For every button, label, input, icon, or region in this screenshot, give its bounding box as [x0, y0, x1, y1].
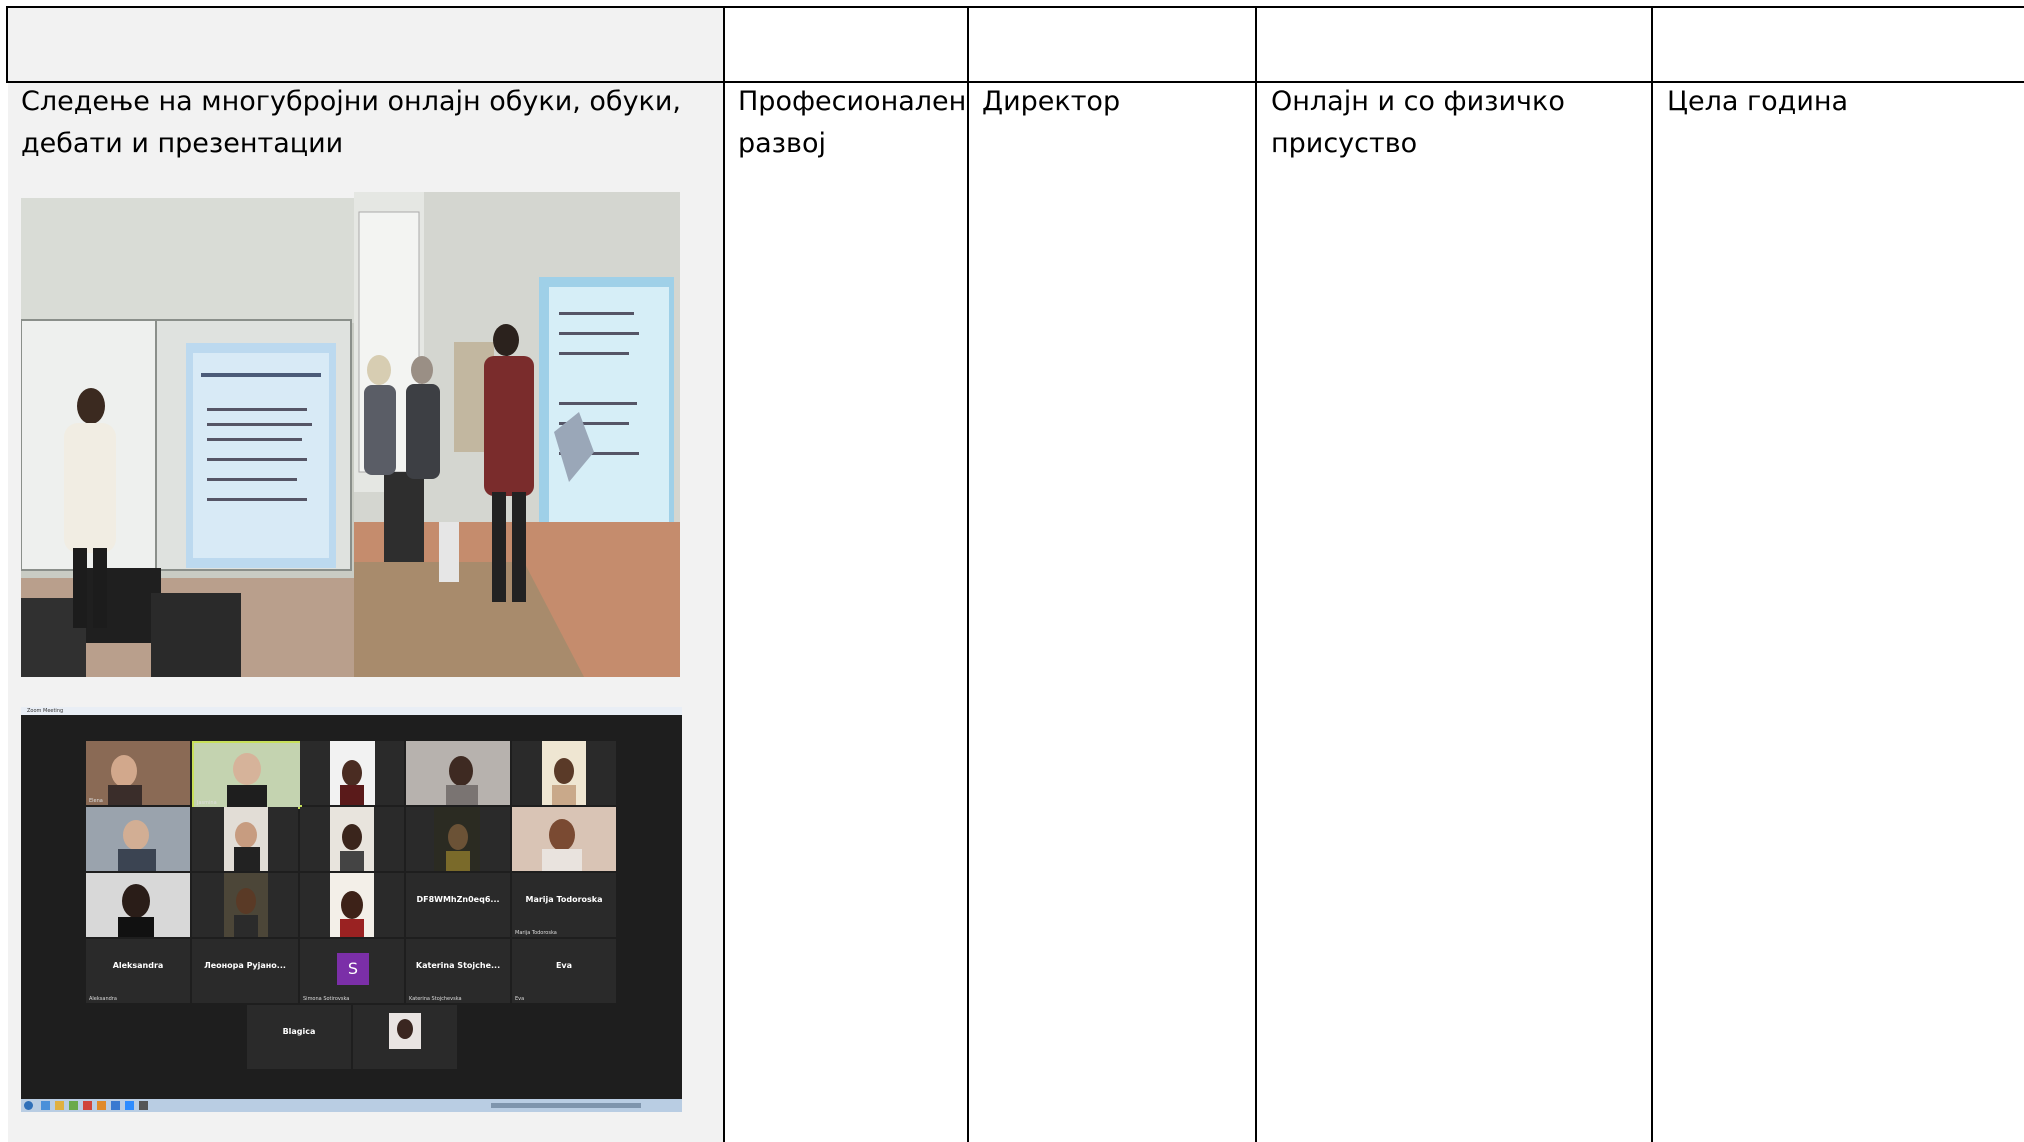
participant-photo — [194, 743, 300, 807]
participant-name: Katerina Stojchevska — [409, 996, 462, 1002]
participant-label: Aleksandra — [112, 961, 164, 970]
responsible-text: Директор — [982, 86, 1121, 117]
participant-photo — [406, 741, 510, 805]
participant-label: DF8WMhZn0eq6... — [416, 895, 500, 904]
video-tile — [192, 873, 298, 937]
avatar-tile: S Simona Sotirovska — [300, 939, 404, 1003]
zoom-meeting-screenshot: Zoom Meeting Elena Jasmina DF8WMhZn0eq6.… — [21, 707, 682, 1112]
classroom-photo-left-image — [21, 198, 354, 677]
video-tile — [86, 873, 190, 937]
avatar-initial: S — [347, 959, 359, 978]
taskbar-app-icon — [69, 1101, 78, 1110]
participant-name: Aleksandra — [89, 996, 117, 1002]
participant-photo — [389, 1013, 421, 1049]
activity-text: Следење на многубројни онлајн обуки, обу… — [21, 86, 681, 159]
taskbar-app-icon — [97, 1101, 106, 1110]
participant-name: Marija Todoroska — [515, 930, 557, 936]
participant-name: Simona Sotirovska — [303, 996, 350, 1002]
name-tile: Marija Todoroska Marija Todoroska — [512, 873, 616, 937]
video-tile — [406, 741, 510, 805]
video-tile — [86, 807, 190, 871]
avatar: S — [337, 953, 369, 985]
name-tile: Aleksandra Aleksandra — [86, 939, 190, 1003]
participant-label: Eva — [555, 961, 573, 970]
participant-photo — [330, 807, 374, 871]
taskbar-app-icon — [111, 1101, 120, 1110]
participant-name: Eva — [515, 996, 525, 1002]
participant-name: Elena — [89, 798, 103, 804]
video-tile — [512, 741, 616, 805]
name-tile: Eva Eva — [512, 939, 616, 1003]
video-tile — [406, 807, 510, 871]
participant-photo — [512, 807, 616, 871]
taskbar-app-icon — [139, 1101, 148, 1110]
column-border — [967, 6, 969, 1142]
video-tile — [300, 873, 404, 937]
header-cell-shaded — [8, 8, 724, 82]
classroom-photo-right-image — [354, 192, 680, 677]
participant-photo — [86, 807, 190, 871]
participant-name: Jasmina — [197, 800, 217, 806]
participant-label: Blagica — [282, 1027, 316, 1036]
taskbar-app-icon — [125, 1101, 134, 1110]
windows-taskbar — [21, 1099, 682, 1112]
video-tile — [300, 741, 404, 805]
taskbar-app-icon — [83, 1101, 92, 1110]
name-tile: Katerina Stojche... Katerina Stojchevska — [406, 939, 510, 1003]
column-border — [1651, 6, 1653, 1142]
name-tile: Леонора Руjано... — [192, 939, 298, 1003]
column-border — [723, 6, 725, 1142]
participant-photo — [542, 741, 586, 805]
participant-photo — [86, 873, 190, 937]
participant-photo — [224, 807, 268, 871]
area-text: Професионален развој — [738, 86, 967, 159]
name-tile: DF8WMhZn0eq6... — [406, 873, 510, 937]
video-tile — [192, 807, 298, 871]
participant-photo — [86, 741, 190, 805]
classroom-photo-left — [21, 198, 354, 677]
participant-label: Marija Todoroska — [525, 895, 603, 904]
column-border — [1255, 6, 1257, 1142]
mode-text: Онлајн и со физичко присуство — [1271, 86, 1565, 159]
column-border — [6, 6, 8, 82]
video-tile: Elena — [86, 741, 190, 805]
video-tile-active-speaker: Jasmina — [192, 741, 302, 809]
zoom-window-title: Zoom Meeting — [27, 708, 64, 714]
zoom-titlebar: Zoom Meeting — [21, 707, 682, 715]
taskbar-app-icon — [41, 1101, 50, 1110]
taskbar-app-icon — [55, 1101, 64, 1110]
table-top-border — [6, 6, 2024, 8]
video-tile — [353, 1005, 457, 1069]
participant-photo — [224, 873, 268, 937]
system-tray — [491, 1103, 641, 1108]
video-tile — [300, 807, 404, 871]
participant-photo — [330, 741, 375, 805]
video-tile — [512, 807, 616, 871]
start-icon — [24, 1101, 33, 1110]
participant-photo — [330, 873, 374, 937]
plan-table: Следење на многубројни онлајн обуки, обу… — [0, 0, 2024, 1142]
name-tile: Blagica — [247, 1005, 351, 1069]
participant-photo — [434, 807, 480, 871]
participant-label: Леонора Руjано... — [204, 961, 286, 970]
participant-label: Katerina Stojche... — [415, 961, 501, 970]
period-text: Цела година — [1667, 86, 1849, 117]
classroom-photo-right — [354, 192, 680, 677]
